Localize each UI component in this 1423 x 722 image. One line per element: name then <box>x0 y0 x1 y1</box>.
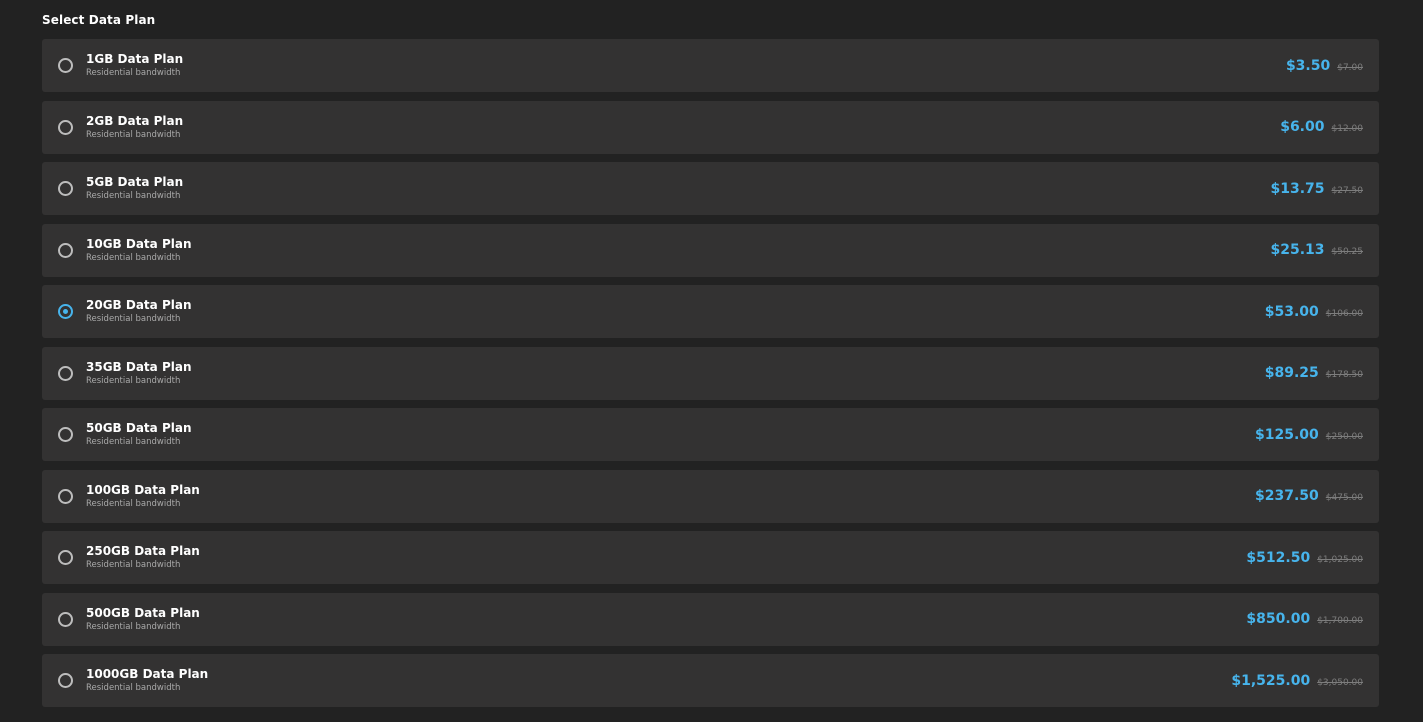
plan-subtitle: Residential bandwidth <box>86 621 181 632</box>
plan-name: 35GB Data Plan <box>86 359 192 374</box>
radio-button[interactable] <box>58 181 73 196</box>
plan-option-3[interactable]: 5GB Data Plan Residential bandwidth $13.… <box>42 162 1379 215</box>
original-price: $475.00 <box>1325 493 1363 503</box>
plan-name: 250GB Data Plan <box>86 544 200 558</box>
plan-option-6[interactable]: 35GB Data Plan Residential bandwidth $89… <box>42 346 1379 400</box>
discounted-price: $512.50 <box>1246 549 1311 566</box>
price-group: $850.00 $1,700.00 <box>1246 611 1363 627</box>
original-price: $50.25 <box>1331 247 1364 257</box>
plan-subtitle: Residential bandwidth <box>86 683 181 693</box>
plan-subtitle: Residential bandwidth <box>86 191 181 201</box>
plan-option-9[interactable]: 250GB Data Plan Residential bandwidth $5… <box>42 531 1379 584</box>
plan-name: 1000GB Data Plan <box>86 667 209 681</box>
price-group: $237.50 $475.00 <box>1255 488 1363 504</box>
original-price: $106.00 <box>1325 308 1363 319</box>
plan-name: 100GB Data Plan <box>86 482 200 497</box>
plan-option-11[interactable]: 1000GB Data Plan Residential bandwidth $… <box>42 654 1379 707</box>
discounted-price: $125.00 <box>1255 426 1319 443</box>
plan-option-5[interactable]: 20GB Data Plan Residential bandwidth $53… <box>42 285 1379 338</box>
plan-name: 1GB Data Plan <box>86 52 184 66</box>
discounted-price: $3.50 <box>1285 57 1331 74</box>
plan-subtitle: Residential bandwidth <box>86 437 181 447</box>
plan-option-4[interactable]: 10GB Data Plan Residential bandwidth $25… <box>42 223 1379 277</box>
plan-name: 10GB Data Plan <box>86 236 192 251</box>
plan-option-1[interactable]: 1GB Data Plan Residential bandwidth $3.5… <box>42 39 1379 92</box>
radio-button[interactable] <box>58 488 73 504</box>
price-group: $53.00 $106.00 <box>1265 304 1363 320</box>
radio-button[interactable] <box>58 673 73 688</box>
original-price: $250.00 <box>1325 431 1363 442</box>
original-price: $1,700.00 <box>1317 616 1363 626</box>
discounted-price: $13.75 <box>1270 180 1325 197</box>
plan-name: 500GB Data Plan <box>86 605 200 620</box>
price-group: $125.00 $250.00 <box>1255 427 1363 443</box>
discounted-price: $53.00 <box>1264 303 1319 320</box>
price-group: $13.75 $27.50 <box>1270 181 1363 197</box>
discounted-price: $25.13 <box>1270 242 1325 258</box>
radio-button[interactable] <box>58 550 73 565</box>
plan-subtitle: Residential bandwidth <box>86 252 181 263</box>
plan-list: 1GB Data Plan Residential bandwidth $3.5… <box>42 39 1379 716</box>
radio-button[interactable] <box>58 611 73 627</box>
price-group: $25.13 $50.25 <box>1270 242 1363 258</box>
plan-option-2[interactable]: 2GB Data Plan Residential bandwidth $6.0… <box>42 100 1379 154</box>
plan-subtitle: Residential bandwidth <box>86 68 181 78</box>
plan-subtitle: Residential bandwidth <box>86 375 181 386</box>
plan-option-8[interactable]: 100GB Data Plan Residential bandwidth $2… <box>42 469 1379 523</box>
plan-name: 5GB Data Plan <box>86 175 184 189</box>
price-group: $512.50 $1,025.00 <box>1246 550 1363 566</box>
original-price: $178.50 <box>1325 370 1363 380</box>
plan-option-10[interactable]: 500GB Data Plan Residential bandwidth $8… <box>42 592 1379 646</box>
original-price: $1,025.00 <box>1317 554 1363 565</box>
price-group: $89.25 $178.50 <box>1265 365 1363 381</box>
discounted-price: $6.00 <box>1280 119 1325 135</box>
radio-button[interactable] <box>58 58 73 73</box>
discounted-price: $1,525.00 <box>1231 672 1311 689</box>
plan-name: 50GB Data Plan <box>86 421 192 435</box>
radio-button[interactable] <box>58 119 73 135</box>
original-price: $27.50 <box>1331 185 1364 196</box>
discounted-price: $89.25 <box>1264 365 1319 381</box>
original-price: $12.00 <box>1331 124 1364 134</box>
plan-subtitle: Residential bandwidth <box>86 498 181 509</box>
discounted-price: $850.00 <box>1246 611 1311 627</box>
original-price: $3,050.00 <box>1317 677 1363 688</box>
radio-button-selected[interactable] <box>58 304 73 319</box>
price-group: $1,525.00 $3,050.00 <box>1231 673 1363 689</box>
radio-button[interactable] <box>58 242 73 258</box>
price-group: $6.00 $12.00 <box>1280 119 1363 135</box>
original-price: $7.00 <box>1337 62 1363 73</box>
radio-button[interactable] <box>58 427 73 442</box>
discounted-price: $237.50 <box>1255 488 1319 504</box>
plan-subtitle: Residential bandwidth <box>86 560 181 570</box>
section-title: Select Data Plan <box>42 13 156 27</box>
plan-subtitle: Residential bandwidth <box>86 129 181 140</box>
radio-button[interactable] <box>58 365 73 381</box>
plan-subtitle: Residential bandwidth <box>86 314 181 324</box>
price-group: $3.50 $7.00 <box>1286 58 1363 74</box>
plan-name: 20GB Data Plan <box>86 298 192 312</box>
plan-option-7[interactable]: 50GB Data Plan Residential bandwidth $12… <box>42 408 1379 461</box>
plan-name: 2GB Data Plan <box>86 113 184 128</box>
